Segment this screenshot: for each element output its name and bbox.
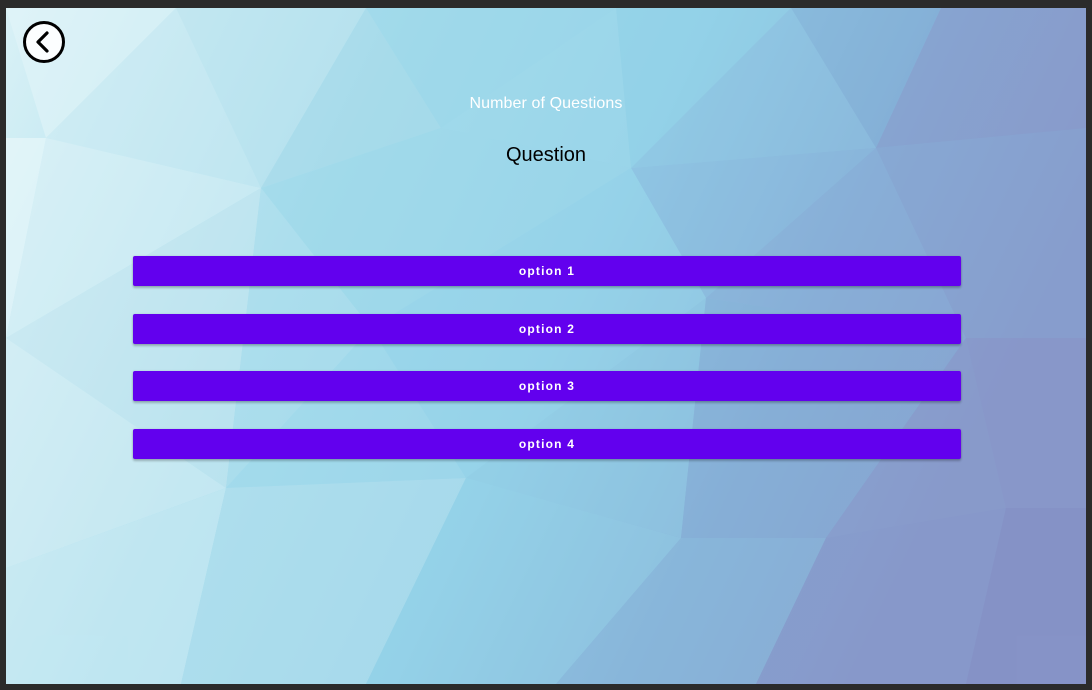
chevron-left-icon [36,31,49,53]
question-text: Question [505,144,587,166]
number-of-questions-label: Number of Questions [469,95,623,112]
quiz-screen: Number of Questions Question option 1 op… [6,8,1086,684]
option-3-button[interactable]: option 3 [133,371,961,401]
option-2-button[interactable]: option 2 [133,313,961,344]
option-4-button[interactable]: option 4 [133,428,961,459]
option-1-button[interactable]: option 1 [133,256,961,286]
options-list: option 1 option 2 option 3 option 4 [133,256,961,486]
back-button[interactable] [23,21,65,63]
